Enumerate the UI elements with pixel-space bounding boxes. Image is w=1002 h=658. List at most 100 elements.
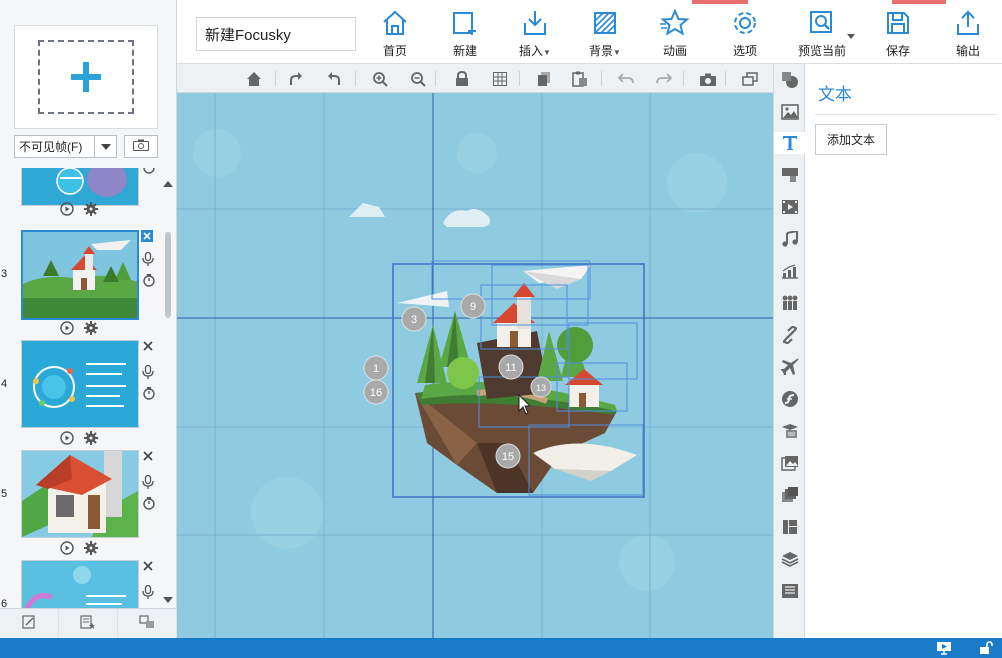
banner-icon[interactable] [779, 164, 801, 186]
presenter-icon[interactable] [936, 641, 952, 655]
svg-text:9: 9 [470, 301, 476, 313]
frame-controls [60, 431, 98, 448]
image-icon[interactable] [779, 101, 801, 123]
layers-stack-icon[interactable] [779, 484, 801, 506]
frame-controls [60, 321, 98, 338]
document-stack-icon[interactable] [779, 420, 801, 442]
close-icon[interactable] [142, 450, 156, 465]
play-circle-icon[interactable] [60, 321, 74, 338]
new-button[interactable]: 新建 [435, 8, 495, 60]
camera-icon[interactable] [699, 70, 717, 88]
export-button[interactable]: 输出 [938, 8, 998, 60]
gear-icon[interactable] [84, 431, 98, 448]
gallery-icon[interactable] [779, 452, 801, 474]
document-title-input[interactable]: 新建Focusky [196, 17, 356, 51]
gear-icon[interactable] [84, 202, 98, 219]
window-restore-icon[interactable] [741, 70, 759, 88]
home-view-icon[interactable] [245, 70, 263, 88]
gear-icon[interactable] [84, 321, 98, 338]
frame-thumbnail-image[interactable] [21, 560, 139, 608]
chevron-down-icon[interactable] [94, 136, 116, 157]
timer-icon[interactable] [142, 386, 156, 403]
grid-icon[interactable] [491, 70, 509, 88]
home-button[interactable]: 首页 [365, 8, 425, 60]
snapshot-button[interactable] [124, 135, 158, 158]
scroll-down-icon[interactable] [163, 592, 173, 606]
play-circle-icon[interactable] [60, 431, 74, 448]
add-text-button[interactable]: 添加文本 [815, 124, 887, 155]
active-tab-indicator [692, 0, 748, 4]
editing-canvas[interactable]: 3 9 1 16 11 13 15 [177, 93, 773, 638]
music-note-icon[interactable] [779, 228, 801, 250]
toolbar-divider [601, 71, 602, 86]
zoom-out-icon[interactable] [409, 70, 427, 88]
background-button[interactable]: 背景▼ [575, 8, 635, 60]
rotate-left-icon[interactable] [325, 70, 343, 88]
edit-note-button[interactable] [0, 609, 59, 638]
frame-thumbnail-image[interactable] [21, 340, 139, 428]
close-icon[interactable] [142, 340, 156, 355]
close-icon[interactable] [141, 230, 153, 242]
close-icon[interactable] [142, 560, 156, 575]
frame-thumbnail-image[interactable] [21, 168, 139, 206]
inbox-icon[interactable] [779, 580, 801, 602]
rotate-right-icon[interactable] [287, 70, 305, 88]
chart-icon[interactable] [779, 260, 801, 282]
frame-list-panel: 不可见帧(F) 3 4 5 6 [0, 0, 177, 638]
toolbar-divider [275, 71, 276, 86]
unlock-icon[interactable] [978, 641, 994, 655]
copy-icon[interactable] [535, 70, 553, 88]
scroll-thumb[interactable] [165, 232, 171, 318]
lock-icon[interactable] [453, 70, 471, 88]
animation-button[interactable]: 动画 [645, 8, 705, 60]
microphone-icon[interactable] [142, 364, 156, 382]
export-upload-icon [953, 8, 983, 38]
frame-list-scrollbar[interactable] [162, 172, 174, 606]
play-circle-icon[interactable] [60, 202, 74, 219]
redo-icon[interactable] [655, 70, 673, 88]
frame-type-select[interactable]: 不可见帧(F) [14, 135, 117, 158]
shapes-icon[interactable] [779, 69, 801, 91]
favorite-list-button[interactable] [59, 609, 118, 638]
zoom-in-icon[interactable] [371, 70, 389, 88]
toolbar-divider [519, 71, 520, 86]
link-icon[interactable] [779, 324, 801, 346]
text-tool-icon[interactable] [774, 132, 805, 154]
swap-frames-button[interactable] [118, 609, 177, 638]
options-button[interactable]: 选项 [715, 8, 775, 60]
microphone-icon[interactable] [142, 584, 156, 602]
timer-icon[interactable] [142, 168, 156, 177]
layers-icon[interactable] [779, 548, 801, 570]
undo-icon[interactable] [617, 70, 635, 88]
layout-icon[interactable] [779, 516, 801, 538]
frame-list-footer [0, 608, 177, 638]
path-marker-16: 16 [363, 379, 389, 405]
people-icon[interactable] [779, 292, 801, 314]
microphone-icon[interactable] [142, 251, 156, 269]
preview-dropdown-caret-icon[interactable] [847, 28, 855, 42]
video-icon[interactable] [779, 196, 801, 218]
path-marker-11: 11 [498, 354, 524, 380]
insert-category-strip [773, 64, 805, 638]
insert-icon [520, 8, 550, 38]
timer-icon[interactable] [142, 273, 156, 290]
frame-thumbnail-list[interactable]: 3 4 5 6 [0, 168, 177, 608]
microphone-icon[interactable] [142, 474, 156, 492]
save-button[interactable]: 保存 [868, 8, 928, 60]
gear-icon[interactable] [84, 541, 98, 558]
play-circle-icon[interactable] [60, 541, 74, 558]
airplane-icon[interactable] [779, 356, 801, 378]
svg-text:1: 1 [373, 363, 379, 375]
frame-thumbnail-image[interactable] [21, 450, 139, 538]
list-star-icon [80, 615, 96, 632]
frame-side-controls [142, 340, 156, 403]
frame-thumbnail-image[interactable] [21, 230, 139, 320]
paste-icon[interactable] [571, 70, 589, 88]
timer-icon[interactable] [142, 496, 156, 513]
add-frame-button[interactable] [14, 25, 158, 129]
canvas-scene[interactable]: 3 9 1 16 11 13 15 [177, 93, 773, 638]
flash-icon[interactable] [779, 388, 801, 410]
scroll-up-icon[interactable] [163, 176, 173, 190]
insert-button[interactable]: 插入▼ [505, 8, 565, 60]
svg-text:16: 16 [370, 387, 382, 399]
